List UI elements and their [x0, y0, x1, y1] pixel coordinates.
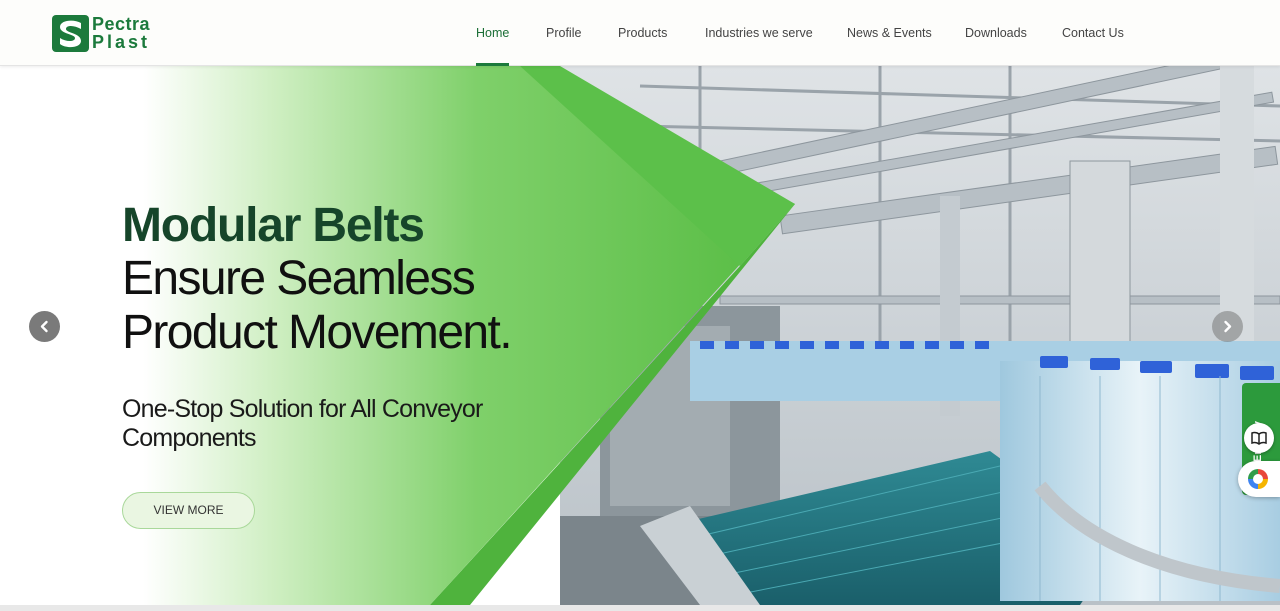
- hero-heading-line2: Ensure Seamless: [122, 252, 476, 305]
- nav-item-profile[interactable]: Profile: [546, 26, 581, 40]
- brand-name-line2: Plast: [92, 32, 151, 52]
- hero-heading-line3: Product Movement.: [122, 306, 513, 359]
- nav-item-home[interactable]: Home: [476, 26, 509, 40]
- globe-icon: [1248, 469, 1268, 489]
- hero-heading-bold: Modular Belts: [122, 199, 425, 252]
- active-nav-indicator: [476, 63, 509, 66]
- slider-next-button[interactable]: [1212, 311, 1243, 342]
- nav-item-industries[interactable]: Industries we serve: [705, 26, 813, 40]
- brand-wordmark: Pectra Plast: [92, 15, 150, 51]
- hero-heading: Modular Belts Ensure Seamless Product Mo…: [122, 200, 642, 360]
- page-bottom-edge: [0, 605, 1280, 611]
- hero-slider: Modular Belts Ensure Seamless Product Mo…: [0, 66, 1280, 605]
- translate-button[interactable]: [1238, 461, 1280, 497]
- logo-mark-icon: [52, 15, 89, 52]
- nav-item-news-events[interactable]: News & Events: [847, 26, 932, 40]
- view-more-button[interactable]: VIEW MORE: [122, 492, 255, 529]
- chevron-left-icon: [40, 320, 48, 333]
- brand-name-line1: Pectra: [92, 14, 151, 34]
- chevron-right-icon: [1224, 320, 1232, 333]
- slider-prev-button[interactable]: [29, 311, 60, 342]
- nav-item-products[interactable]: Products: [618, 26, 667, 40]
- site-header: Pectra Plast Home Profile Products Indus…: [0, 0, 1280, 66]
- nav-item-contact[interactable]: Contact Us: [1062, 26, 1124, 40]
- brochure-button[interactable]: [1244, 423, 1274, 453]
- hero-subheading: One-Stop Solution for All Conveyor Compo…: [122, 395, 483, 452]
- book-icon: [1251, 431, 1267, 445]
- nav-item-downloads[interactable]: Downloads: [965, 26, 1027, 40]
- brand-logo[interactable]: Pectra Plast: [52, 15, 162, 55]
